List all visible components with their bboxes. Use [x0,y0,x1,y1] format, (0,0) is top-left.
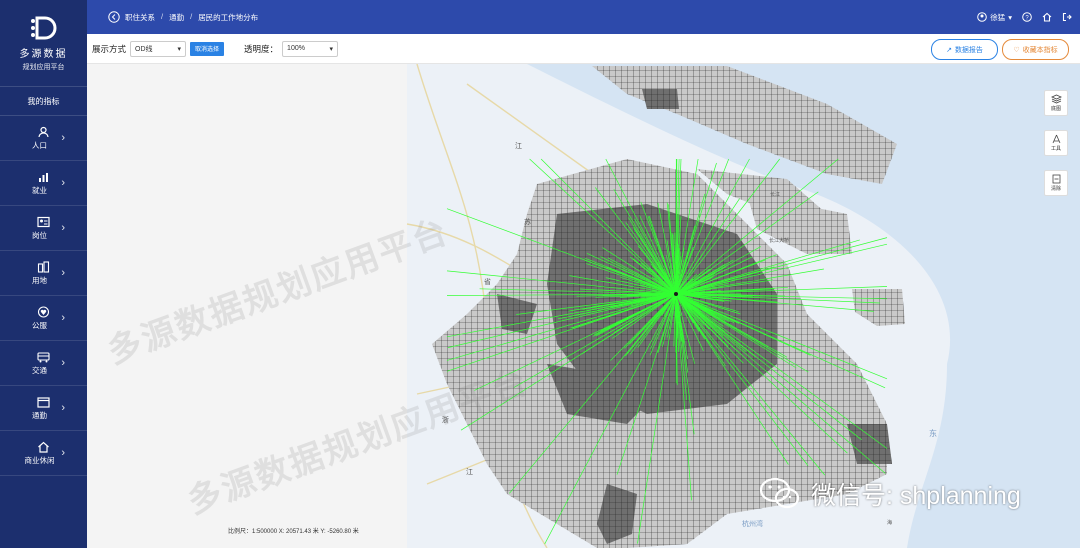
layers-icon [1050,94,1062,104]
display-mode-label: 展示方式 [92,43,127,54]
back-circle-icon[interactable] [108,11,120,23]
logout-icon[interactable] [1062,12,1072,22]
user-name: 徐猛 [990,12,1006,22]
breadcrumb-item[interactable]: 职住关系 [125,12,155,23]
map-label: 杭州湾 [742,519,763,528]
sidebar-item-label: 通勤 [32,410,47,420]
opacity-label: 透明度： [244,43,279,54]
cancel-selection-button[interactable]: 取消选择 [190,41,225,56]
bus-icon [37,351,50,362]
favorite-button[interactable]: ♡ 收藏本指标 [1002,39,1069,60]
map-label: 省 [484,277,491,286]
compass-icon [1052,134,1060,144]
sidebar-item-jobs[interactable]: 岗位 › [0,206,87,251]
grid-hotspot [642,89,679,109]
sidebar-item-label: 商业休闲 [24,455,55,465]
user-menu[interactable]: 徐猛 ▾ [977,12,1012,23]
clear-tool[interactable]: 清除 [1044,170,1068,196]
clear-icon [1052,174,1060,184]
sidebar-item-label: 用地 [32,275,47,285]
breadcrumb-separator: / [161,11,164,21]
data-report-button[interactable]: ↗ 数据报告 [931,39,998,60]
wechat-watermark: 微信号: shplanning [759,476,1021,512]
map-label: 东 [929,428,937,438]
logo: 多源数据 规划应用平台 [0,0,87,86]
sidebar-item-label: 公服 [32,320,47,330]
chevron-down-icon: ▾ [177,45,182,53]
user-icon [977,12,988,22]
map-label: 江 [515,142,522,150]
logo-name: 多源数据 [19,48,68,60]
home-icon [38,441,49,453]
buildings-icon [37,260,50,273]
sidebar-item-label: 岗位 [32,230,47,240]
map-label: 江 [466,468,473,476]
tool-label: 底图 [1050,106,1061,112]
header-actions: 徐猛 ▾ ? [977,0,1072,34]
chart-icon [39,172,48,182]
my-metrics-link[interactable]: 我的指标 [0,86,87,116]
sidebar-item-land-use[interactable]: 用地 › [0,251,87,296]
opacity-value: 100% [287,45,305,52]
scale-readout: 比例尺：1:500000 X: 20571.43 米 Y: -5260.80 米 [228,529,359,535]
chevron-right-icon: › [61,357,65,369]
sidebar-item-population[interactable]: 人口 › [0,116,87,161]
help-icon[interactable]: ? [1022,12,1032,22]
basemap-tool[interactable]: 底图 [1044,90,1068,116]
chevron-right-icon: › [61,222,65,234]
map-label: 苏 [524,217,531,226]
id-card-icon [37,216,50,227]
top-header: 职住关系 / 通勤 / 居民的工作地分布 徐猛 ▾ ? [87,0,1080,34]
od-origin-point[interactable] [674,292,678,296]
sidebar: 多源数据 规划应用平台 我的指标 人口 › 就业 › 岗位 › 用地 › 公服 … [0,0,87,548]
map-tools: 底图 工具 清除 [1044,90,1068,210]
display-mode-select[interactable]: OD线 ▾ [130,40,187,57]
wechat-text: 微信号: shplanning [811,482,1021,510]
sidebar-item-label: 就业 [32,185,47,195]
chevron-right-icon: › [61,312,65,324]
caret-down-icon: ▾ [1008,12,1012,22]
home-icon[interactable] [1042,12,1052,22]
tool-label: 清除 [1050,186,1061,192]
heart-shield-icon [37,305,50,318]
map-label: 长江大桥 [769,237,789,244]
sidebar-item-public-service[interactable]: 公服 › [0,296,87,341]
sidebar-item-label: 交通 [32,365,47,375]
sidebar-item-employment[interactable]: 就业 › [0,161,87,206]
people-icon [38,126,49,137]
logo-mark-icon [30,16,56,39]
sidebar-item-label: 人口 [32,140,47,150]
display-mode-value: OD线 [135,45,153,53]
chevron-right-icon: › [61,177,65,189]
sidebar-item-commute[interactable]: 通勤 › [0,386,87,431]
breadcrumb-current: 居民的工作地分布 [198,12,259,22]
trend-icon: ↗ [946,46,952,54]
sidebar-item-commerce-leisure[interactable]: 商业休闲 › [0,431,87,476]
chevron-right-icon: › [61,447,65,459]
chevron-right-icon: › [61,267,65,279]
favorite-label: 收藏本指标 [1022,46,1058,54]
tool-label: 工具 [1050,146,1061,152]
chevron-right-icon: › [61,132,65,144]
map-label: 海 [887,519,892,526]
data-report-label: 数据报告 [954,46,983,54]
map-label: 长江 [770,191,780,198]
breadcrumb: 职住关系 / 通勤 / 居民的工作地分布 [125,12,258,23]
sidebar-item-traffic[interactable]: 交通 › [0,341,87,386]
measure-tool[interactable]: 工具 [1044,130,1068,156]
chevron-down-icon: ▾ [329,45,334,53]
logo-subtitle: 规划应用平台 [22,63,65,71]
map-toolbar: 展示方式 OD线 ▾ 取消选择 透明度： 100% ▾ ↗ 数据报告 ♡ 收藏本… [87,34,1080,64]
chevron-right-icon: › [61,402,65,414]
heart-icon: ♡ [1013,46,1020,54]
breadcrumb-item[interactable]: 通勤 [169,12,184,23]
opacity-select[interactable]: 100% ▾ [282,40,339,57]
wechat-icon [759,477,800,509]
breadcrumb-separator: / [190,11,193,21]
calendar-icon [37,396,50,408]
